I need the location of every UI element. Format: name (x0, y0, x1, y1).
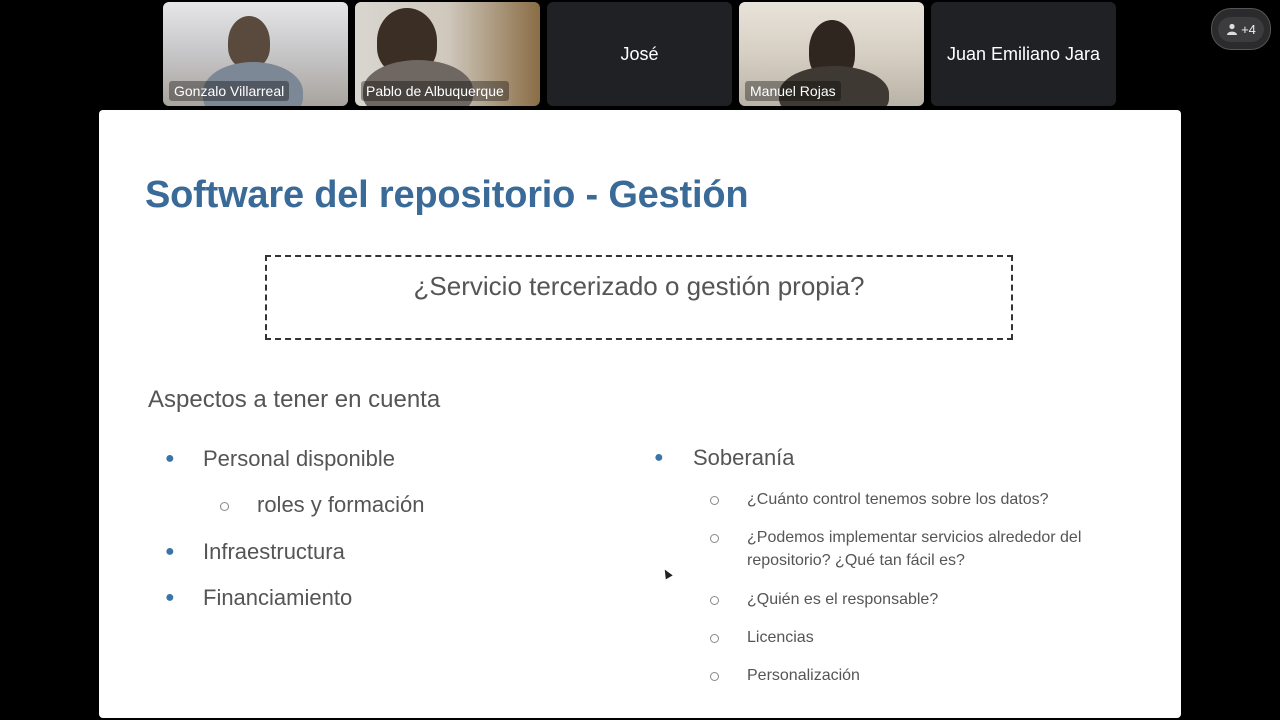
participant-name: José (620, 44, 659, 64)
more-participants-count: +4 (1241, 21, 1256, 37)
bullet-circle (710, 496, 719, 505)
list-item: Soberanía (693, 445, 795, 470)
bullet-circle (710, 534, 719, 543)
list-subitem: Personalización (747, 667, 860, 684)
list-subitem: Licencias (747, 629, 814, 646)
list-item: Infraestructura (203, 539, 345, 564)
presentation-slide: Software del repositorio - Gestión ¿Serv… (99, 110, 1181, 718)
bullet-dot: ● (165, 450, 175, 467)
person-icon (1227, 23, 1238, 35)
bullet-circle (710, 672, 719, 681)
bullet-circle (710, 596, 719, 605)
aspects-heading: Aspectos a tener en cuenta (148, 386, 441, 413)
list-subitem: roles y formación (257, 492, 425, 517)
question-box: ¿Servicio tercerizado o gestión propia? (265, 255, 1013, 340)
participant-tile[interactable]: Gonzalo Villarreal (163, 2, 348, 106)
bullet-dot: ● (165, 589, 175, 606)
participant-name: Pablo de Albuquerque (361, 81, 509, 101)
participant-name: Gonzalo Villarreal (169, 81, 290, 101)
list-subitem: ¿Podemos implementar servicios alrededor… (747, 529, 1082, 569)
participant-tile[interactable]: Juan Emiliano Jara (931, 2, 1116, 106)
participant-strip: Gonzalo Villarreal Pablo de Albuquerque … (0, 0, 1280, 108)
bullet-circle (220, 502, 229, 511)
bullet-dot: ● (165, 543, 175, 560)
participant-tile[interactable]: Pablo de Albuquerque (355, 2, 540, 106)
list-item: Personal disponible (203, 446, 396, 471)
participant-name: Juan Emiliano Jara (946, 44, 1101, 64)
more-participants-button[interactable]: +4 (1211, 8, 1271, 50)
question-text: ¿Servicio tercerizado o gestión propia? (413, 271, 865, 301)
list-item: Financiamiento (203, 585, 353, 610)
participant-name: Manuel Rojas (745, 81, 841, 101)
list-subitem: ¿Quién es el responsable? (747, 591, 939, 608)
participant-tile[interactable]: Manuel Rojas (739, 2, 924, 106)
participant-tile[interactable]: José (547, 2, 732, 106)
bullet-dot: ● (654, 449, 664, 466)
slide-title: Software del repositorio - Gestión (145, 174, 749, 216)
bullet-circle (710, 634, 719, 643)
list-subitem: ¿Cuánto control tenemos sobre los datos? (747, 491, 1049, 508)
